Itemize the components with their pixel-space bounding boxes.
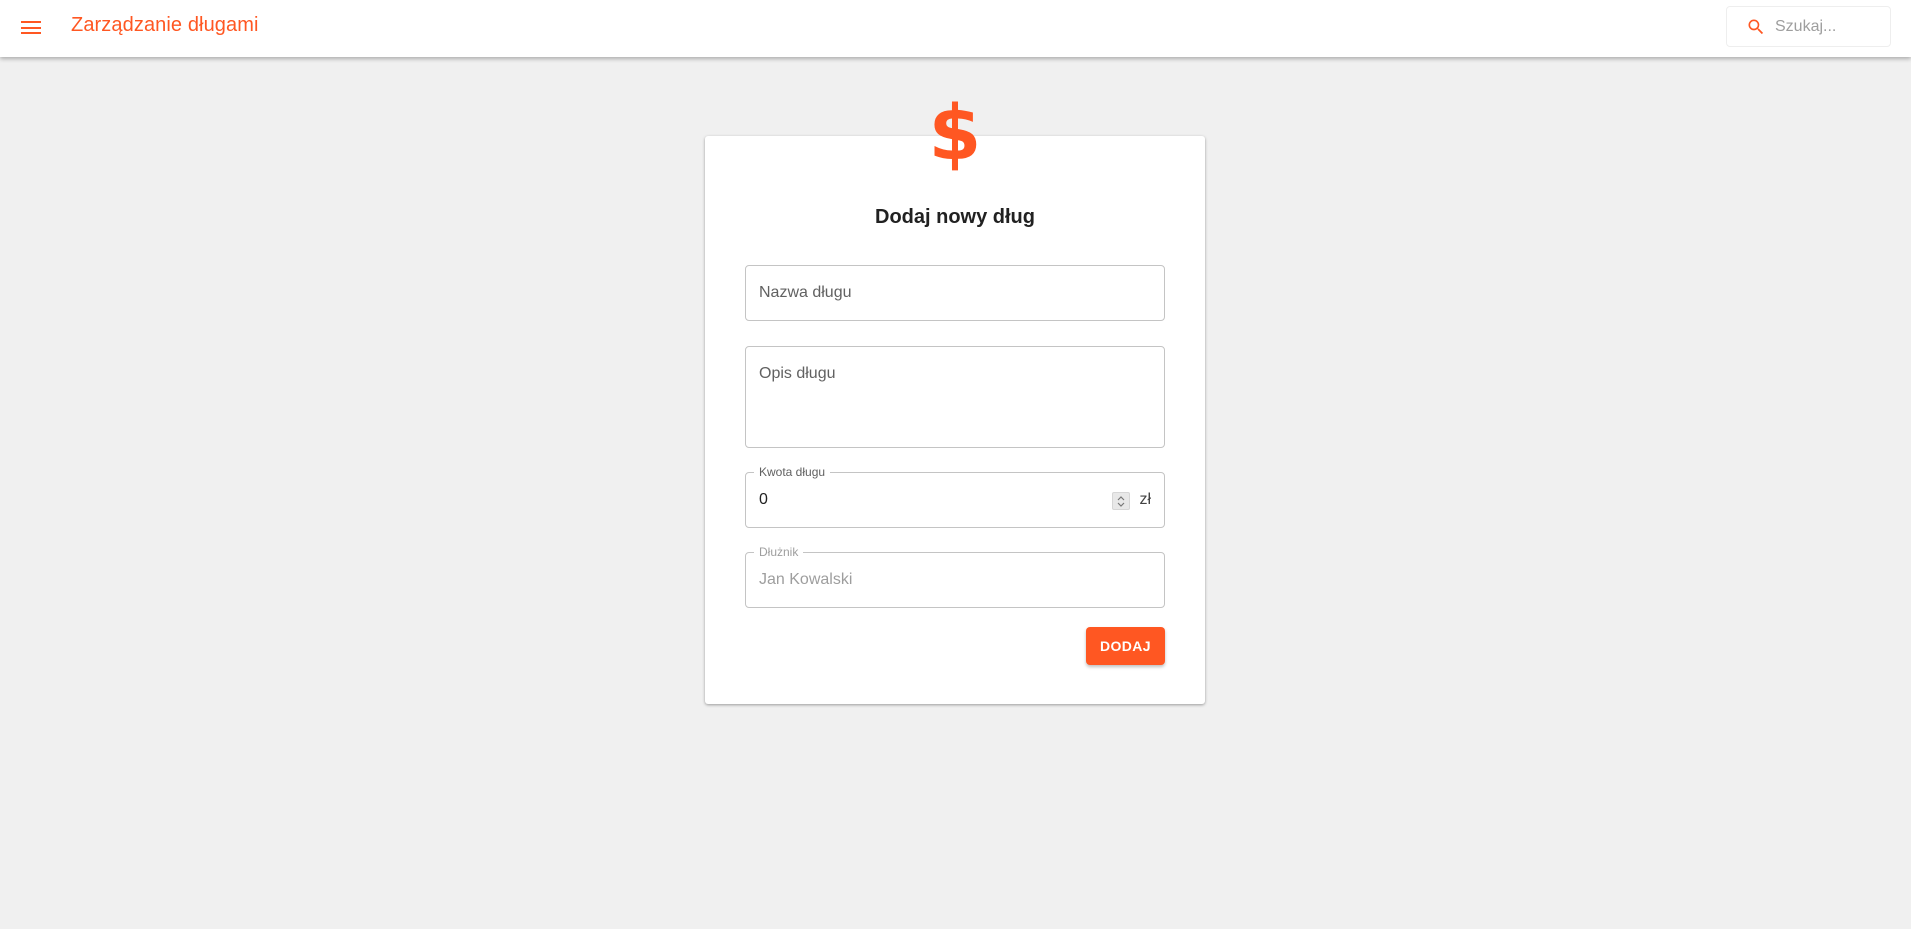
add-button[interactable]: DODAJ [1086,627,1165,665]
debtor-placeholder: Jan Kowalski [759,571,853,588]
debt-amount-value: 0 [759,491,768,508]
debt-amount-field[interactable]: Kwota długu 0 zł [745,465,1165,528]
menu-icon[interactable] [20,17,42,39]
app-title: Zarządzanie długami [71,14,259,36]
amount-stepper[interactable] [1112,492,1130,510]
currency-unit: zł [1139,491,1151,508]
search-box[interactable] [1726,6,1891,47]
add-debt-card: Dodaj nowy dług Nazwa długu Opis długu K… [705,136,1205,704]
debt-name-field[interactable]: Nazwa długu [745,265,1165,321]
search-icon [1748,19,1764,35]
dollar-icon: $ [928,88,982,177]
search-input[interactable] [1775,16,1883,38]
debt-amount-label: Kwota długu [754,465,831,479]
debt-description-placeholder: Opis długu [759,365,836,382]
debt-name-placeholder: Nazwa długu [759,284,852,301]
form-title: Dodaj nowy dług [875,206,1035,228]
debtor-field[interactable]: Dłużnik Jan Kowalski [745,545,1165,608]
app-bar: Zarządzanie długami [0,0,1911,57]
debtor-label: Dłużnik [754,545,804,559]
stepper-arrows-icon [1117,496,1125,507]
debt-description-field[interactable]: Opis długu [745,346,1165,448]
